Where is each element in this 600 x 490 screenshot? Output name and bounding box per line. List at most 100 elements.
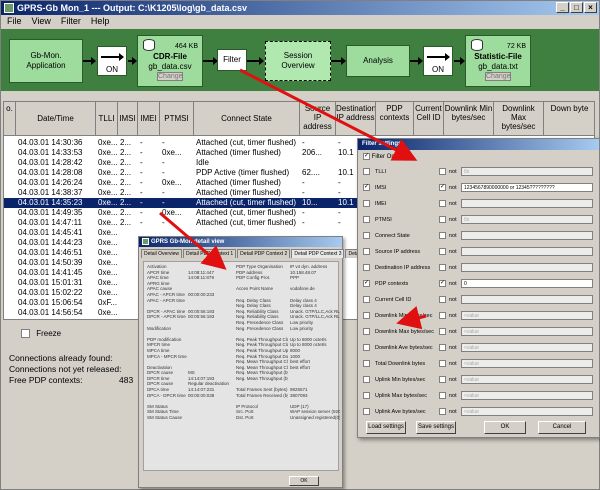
filter-value-input[interactable]	[461, 199, 593, 208]
not-check-icon[interactable]	[439, 264, 446, 271]
filter-box[interactable]: Filter	[217, 49, 247, 71]
freeze-checkbox[interactable]: Freeze	[21, 329, 61, 339]
filter-value-input[interactable]: <value	[461, 343, 593, 352]
filter-value-input[interactable]	[461, 247, 593, 256]
filter-check-icon[interactable]: ✓	[363, 184, 370, 191]
filter-value-input[interactable]: <value	[461, 407, 593, 416]
filter-value-input[interactable]	[461, 263, 593, 272]
filter-value-input[interactable]: <value	[461, 391, 593, 400]
filter-check-icon[interactable]	[363, 328, 370, 335]
gbmon-application-box[interactable]: Gb-Mon. Application	[9, 39, 83, 83]
stat-change-button[interactable]: Change	[485, 71, 511, 81]
filter-check-icon[interactable]	[363, 264, 370, 271]
filter-value-input[interactable]: <value	[461, 327, 593, 336]
filter-check-icon[interactable]	[363, 200, 370, 207]
col-header[interactable]: o.	[4, 102, 16, 136]
filter-check-icon[interactable]	[363, 248, 370, 255]
col-header[interactable]: Connect State	[194, 102, 300, 136]
filter-title-bar[interactable]: Filter settings	[358, 139, 599, 150]
filter-check-icon[interactable]	[363, 312, 370, 319]
tab-pdp-context-1[interactable]: Detail PDP Context 1	[183, 249, 237, 258]
filter-on-checkbox[interactable]: ✓ Filter On	[363, 153, 395, 160]
tab-pdp-context-2[interactable]: Detail PDP Context 2	[237, 249, 291, 258]
cdr-change-button[interactable]: Change	[157, 71, 183, 81]
filter-value-input[interactable]	[461, 295, 593, 304]
filter-value-input[interactable]: <value	[461, 311, 593, 320]
session-overview-box[interactable]: Session Overview	[265, 41, 331, 81]
not-check-icon[interactable]	[439, 168, 446, 175]
filter-check-icon[interactable]	[363, 296, 370, 303]
not-label: not	[449, 265, 457, 271]
col-header[interactable]: Current Cell ID	[414, 102, 444, 136]
menu-filter[interactable]: Filter	[61, 15, 81, 28]
analysis-box[interactable]: Analysis	[346, 45, 410, 77]
col-header[interactable]: Downlink Min bytes/sec	[444, 102, 494, 136]
filter-value-input[interactable]	[461, 231, 593, 240]
col-header[interactable]: IMSI	[118, 102, 138, 136]
not-check-icon[interactable]	[439, 296, 446, 303]
filter-check-icon[interactable]	[363, 360, 370, 367]
filter-on-check-icon[interactable]: ✓	[363, 153, 370, 160]
col-header[interactable]: IMEI	[138, 102, 160, 136]
table-cell: 0xe...	[98, 258, 118, 267]
menu-file[interactable]: File	[7, 15, 22, 28]
col-header[interactable]: TLLI	[96, 102, 118, 136]
ok-button[interactable]: OK	[484, 421, 526, 434]
cdr-file-box[interactable]: 464 KB CDR-File gb_data.csv Change	[137, 35, 203, 87]
tab-pdp-context-3[interactable]: Detail PDP Context 3	[291, 249, 345, 258]
maximize-icon[interactable]: □	[570, 2, 583, 13]
filter-value-input[interactable]: 1234567890000000 or 12345?????????	[461, 183, 593, 192]
not-check-icon[interactable]: ✓	[439, 184, 446, 191]
save-settings-button[interactable]: Save settings	[416, 421, 456, 434]
tab-detail-overview[interactable]: Detail Overview	[141, 249, 183, 258]
not-check-icon[interactable]: ✓	[439, 280, 446, 287]
col-header[interactable]: Destination IP address	[336, 102, 376, 136]
not-check-icon[interactable]	[439, 312, 446, 319]
filter-value-input[interactable]: 0x	[461, 215, 593, 224]
main-title-bar[interactable]: GPRS-Gb Mon_1 --- Output: C:\K1205\log\g…	[1, 1, 599, 15]
filter-check-icon[interactable]	[363, 232, 370, 239]
col-header[interactable]: PDP contexts	[376, 102, 414, 136]
on-switch-1[interactable]: ON	[97, 46, 127, 76]
filter-value-input[interactable]: 0x	[461, 167, 593, 176]
not-check-icon[interactable]	[439, 408, 446, 415]
not-check-icon[interactable]	[439, 328, 446, 335]
not-label: not	[449, 201, 457, 207]
load-settings-button[interactable]: Load settings	[366, 421, 406, 434]
col-header[interactable]: Date/Time	[16, 102, 96, 136]
not-check-icon[interactable]	[439, 232, 446, 239]
not-check-icon[interactable]	[439, 376, 446, 383]
not-check-icon[interactable]	[439, 344, 446, 351]
not-check-icon[interactable]	[439, 392, 446, 399]
filter-check-icon[interactable]	[363, 392, 370, 399]
table-cell: 04.03.01 14:55:23	[18, 318, 96, 319]
not-check-icon[interactable]	[439, 200, 446, 207]
filter-value-input[interactable]: <value	[461, 359, 593, 368]
on-switch-2[interactable]: ON	[423, 46, 453, 76]
col-header[interactable]: Down byte	[544, 102, 594, 136]
filter-check-icon[interactable]	[363, 168, 370, 175]
col-header[interactable]: PTMSI	[160, 102, 194, 136]
filter-check-icon[interactable]	[363, 216, 370, 223]
statistic-file-box[interactable]: 72 KB Statistic-File gb_data.txt Change	[465, 35, 531, 87]
not-check-icon[interactable]	[439, 360, 446, 367]
col-header[interactable]: Downlink Max bytes/sec	[494, 102, 544, 136]
table-cell: 62....	[302, 168, 320, 177]
cancel-button[interactable]: Cancel	[538, 421, 586, 434]
col-header[interactable]: Source IP address	[300, 102, 336, 136]
menu-help[interactable]: Help	[91, 15, 110, 28]
filter-check-icon[interactable]	[363, 344, 370, 351]
filter-value-input[interactable]: <value	[461, 375, 593, 384]
not-check-icon[interactable]	[439, 248, 446, 255]
filter-check-icon[interactable]	[363, 408, 370, 415]
filter-check-icon[interactable]: ✓	[363, 280, 370, 287]
detail-title-bar[interactable]: GPRS Gb-Mon detail view	[139, 237, 342, 247]
freeze-check-icon[interactable]	[21, 329, 30, 339]
close-icon[interactable]: ×	[584, 2, 597, 13]
not-check-icon[interactable]	[439, 216, 446, 223]
filter-check-icon[interactable]	[363, 376, 370, 383]
detail-ok-button[interactable]: OK	[289, 476, 319, 486]
minimize-icon[interactable]: _	[556, 2, 569, 13]
menu-view[interactable]: View	[32, 15, 51, 28]
filter-value-input[interactable]: 0	[461, 279, 593, 288]
